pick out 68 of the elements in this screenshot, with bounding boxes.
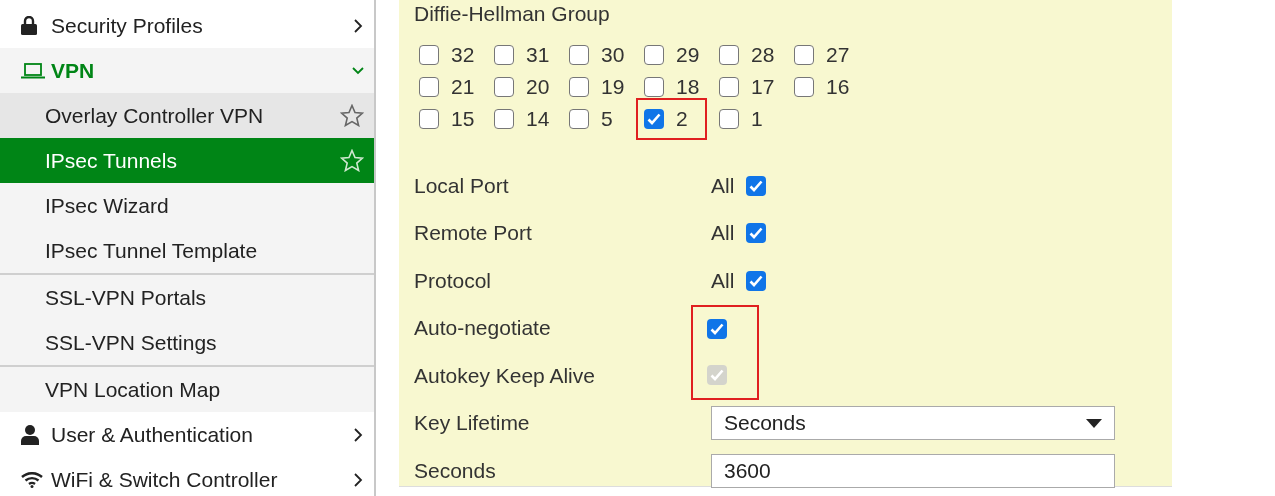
- nav-section[interactable]: VPN: [0, 48, 374, 93]
- option-label: 18: [676, 75, 700, 99]
- checkbox[interactable]: [794, 77, 814, 97]
- option-label: 28: [751, 43, 775, 67]
- field-label: Local Port: [414, 173, 510, 198]
- checkbox[interactable]: [719, 45, 739, 65]
- checkbox[interactable]: [419, 77, 439, 97]
- option-label: 21: [451, 75, 475, 99]
- checkbox[interactable]: [569, 77, 589, 97]
- checkbox[interactable]: [707, 319, 727, 340]
- chevron-right-icon: [352, 18, 364, 33]
- field-label: Key Lifetime: [414, 411, 531, 436]
- checkbox[interactable]: [569, 109, 589, 129]
- checkbox[interactable]: [746, 270, 767, 291]
- option-label: 32: [451, 43, 475, 67]
- nav-item[interactable]: IPsec Tunnels: [0, 138, 374, 183]
- option-label: 30: [601, 43, 625, 67]
- checkbox[interactable]: [494, 77, 514, 97]
- laptop-icon: [21, 62, 45, 79]
- option-label: 19: [601, 75, 625, 99]
- checkbox[interactable]: [419, 109, 439, 129]
- field-label: Auto-negotiate: [414, 316, 552, 341]
- checkbox[interactable]: [794, 45, 814, 65]
- chevron-right-icon: [352, 472, 364, 487]
- option-label: All: [711, 173, 735, 198]
- field-label: Autokey Keep Alive: [414, 363, 596, 388]
- nav-item[interactable]: SSL-VPN Portals: [0, 275, 374, 320]
- checkbox[interactable]: [569, 45, 589, 65]
- nav-item[interactable]: VPN Location Map: [0, 367, 374, 412]
- chevron-right-icon: [352, 427, 364, 442]
- checkbox[interactable]: [494, 45, 514, 65]
- option-label: 5: [601, 107, 613, 131]
- checkbox[interactable]: [719, 77, 739, 97]
- checkbox[interactable]: [644, 45, 664, 65]
- nav-item[interactable]: IPsec Wizard: [0, 183, 374, 228]
- checkbox[interactable]: [719, 109, 739, 129]
- option-label: 1: [751, 107, 763, 131]
- nav-item[interactable]: SSL-VPN Settings: [0, 320, 374, 367]
- input-field[interactable]: 3600: [711, 453, 1115, 488]
- field-label: Seconds: [414, 458, 497, 483]
- option-label: All: [711, 268, 735, 293]
- option-label: 17: [751, 75, 775, 99]
- checkbox[interactable]: [494, 109, 514, 129]
- option-label: 15: [451, 107, 475, 131]
- wifi-icon: [21, 471, 43, 488]
- caret-icon: [1086, 418, 1102, 428]
- option-label: 2: [676, 107, 688, 131]
- option-label: 29: [676, 43, 700, 67]
- star-icon[interactable]: [340, 104, 364, 127]
- option-label: All: [711, 221, 735, 246]
- nav-item[interactable]: IPsec Tunnel Template: [0, 228, 374, 275]
- option-label: 31: [526, 43, 550, 67]
- option-label: 27: [826, 43, 850, 67]
- checkbox[interactable]: [419, 45, 439, 65]
- select-field[interactable]: Seconds: [711, 406, 1115, 441]
- checkbox[interactable]: [644, 77, 664, 97]
- checkbox[interactable]: [746, 175, 767, 196]
- user-icon: [21, 424, 39, 445]
- field-label: Diffie-Hellman Group: [414, 1, 611, 27]
- checkbox[interactable]: [644, 109, 664, 129]
- lock-icon: [21, 16, 37, 35]
- nav-item[interactable]: Overlay Controller VPN: [0, 93, 374, 138]
- option-label: 16: [826, 75, 850, 99]
- option-label: 20: [526, 75, 550, 99]
- option-label: 14: [526, 107, 550, 131]
- field-label: Remote Port: [414, 221, 533, 246]
- checkbox[interactable]: [746, 223, 767, 244]
- field-label: Protocol: [414, 268, 493, 293]
